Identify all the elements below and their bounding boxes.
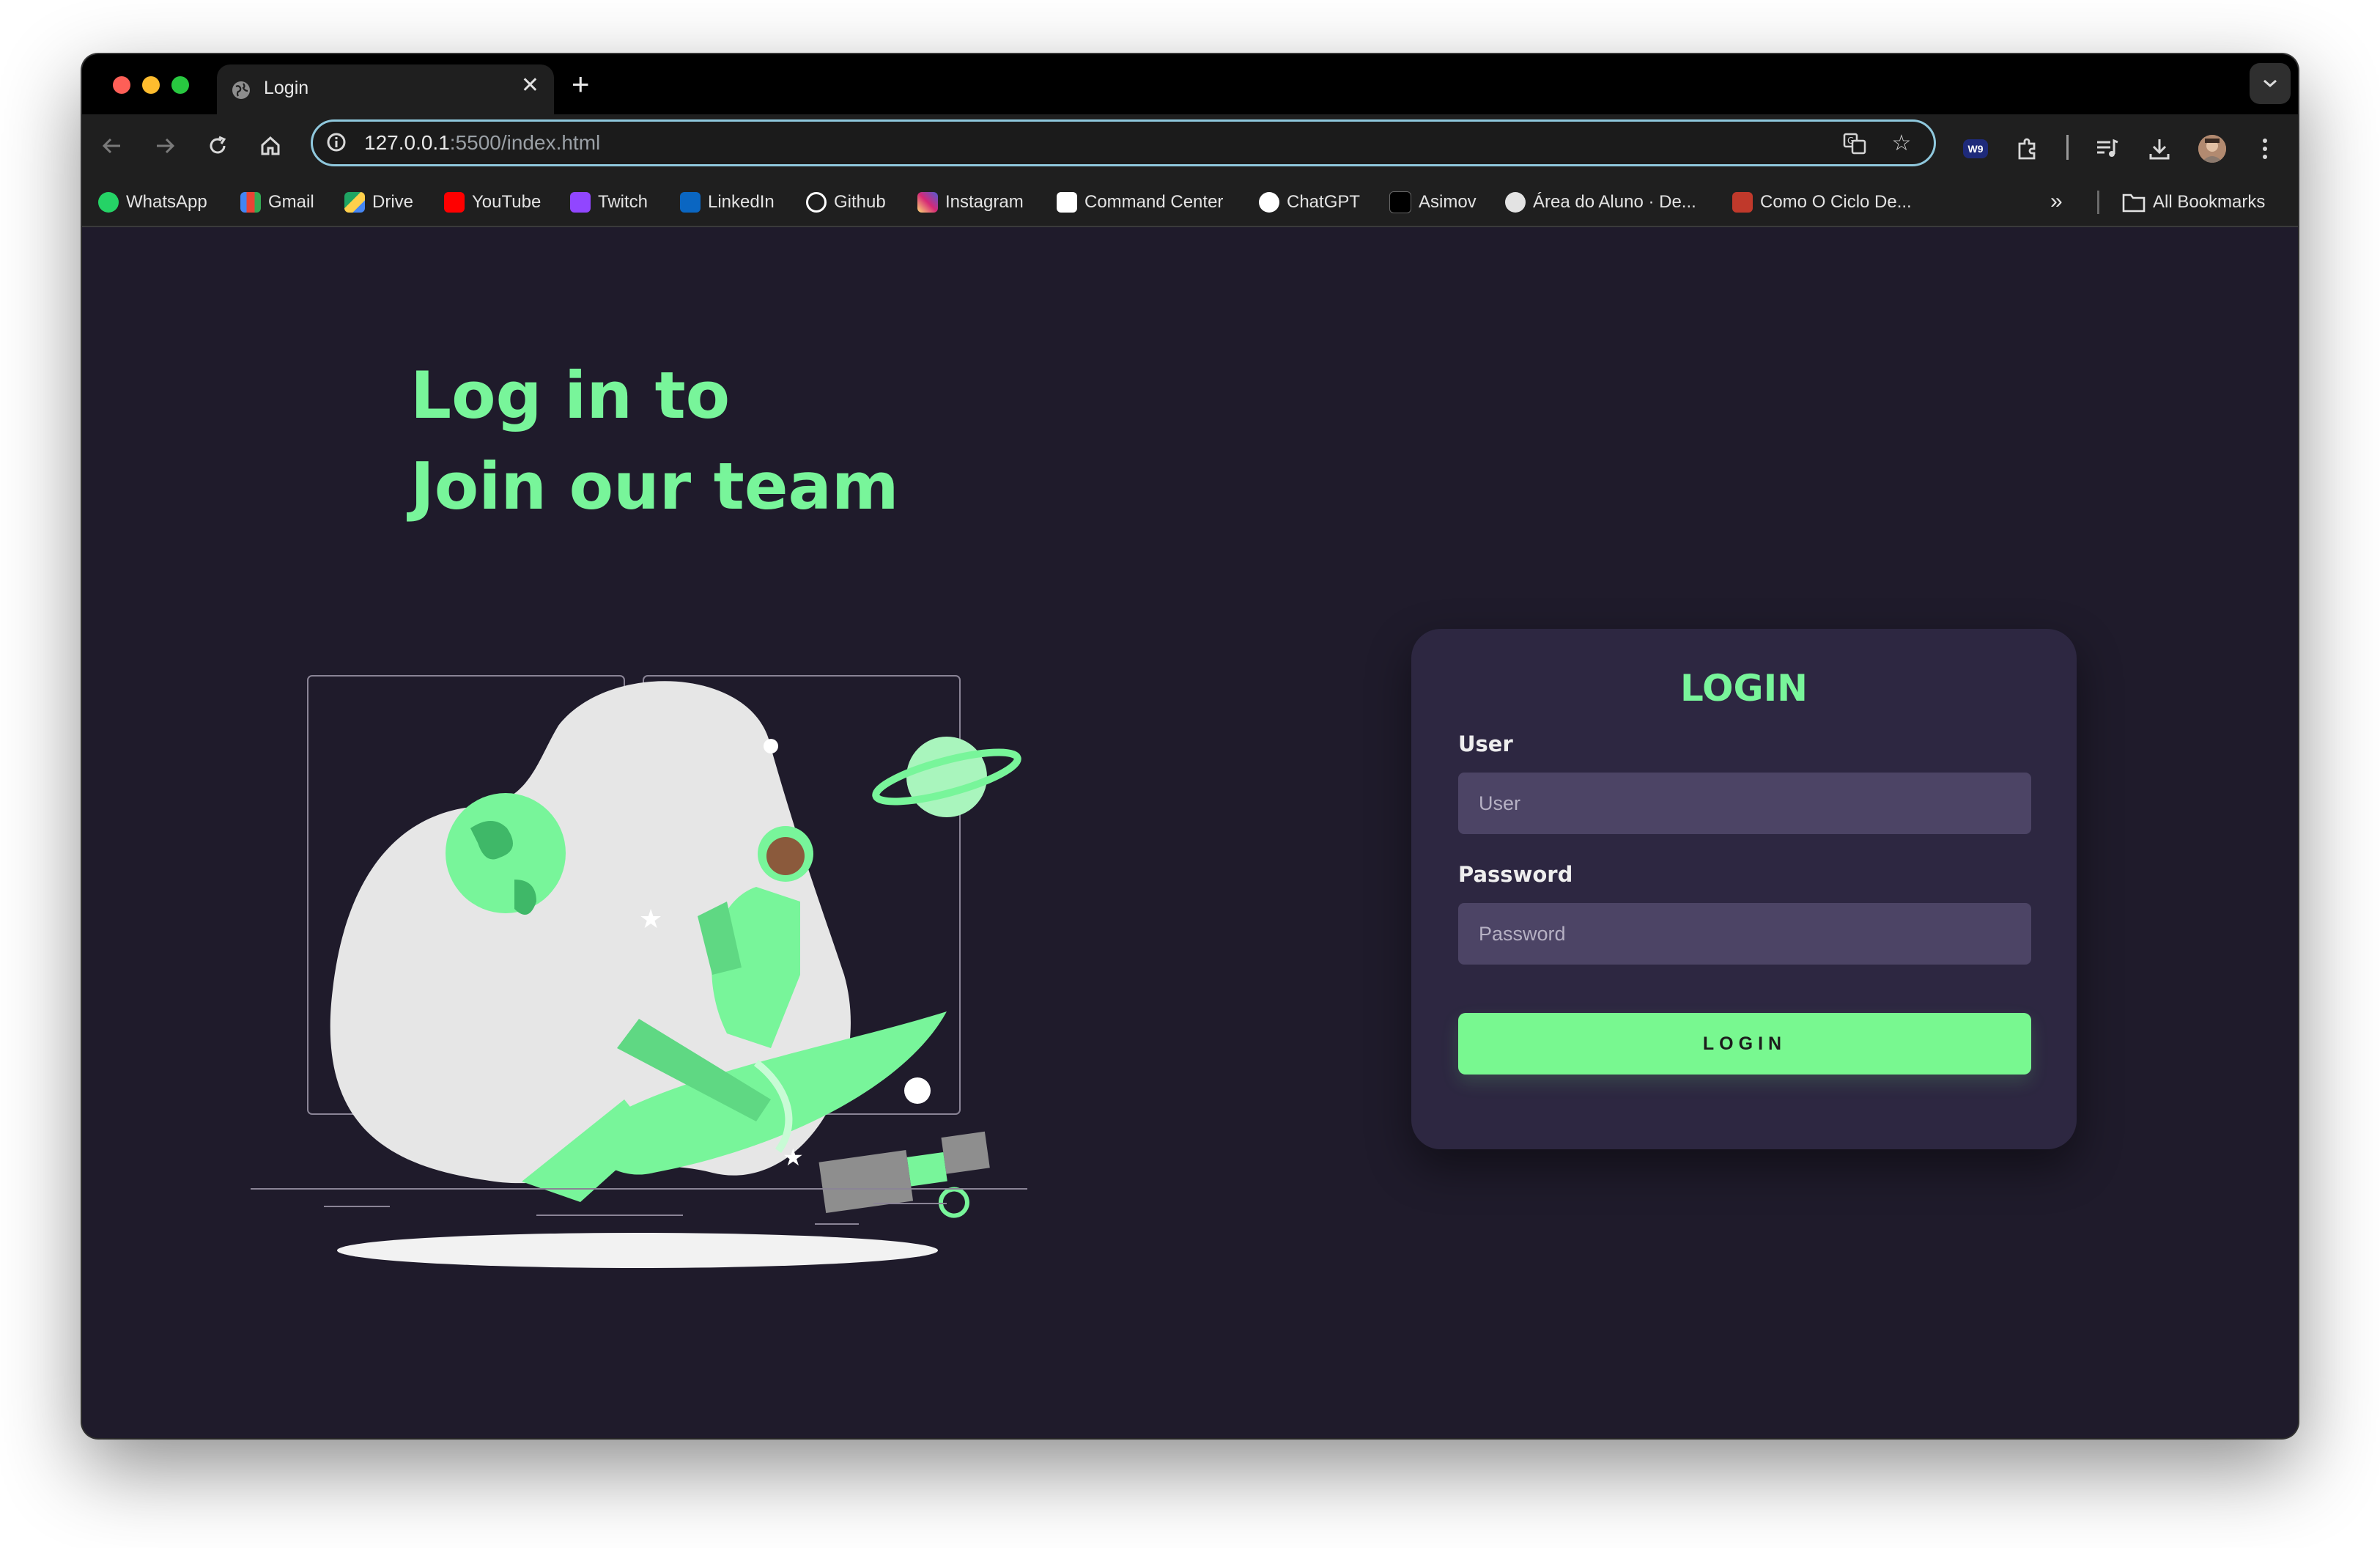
password-label: Password (1458, 862, 1573, 887)
bookmark-label: Twitch (598, 192, 648, 212)
bookmark-github[interactable]: Github (806, 191, 886, 214)
hero-line-1: Log in to (410, 358, 731, 433)
bookmark-twitch[interactable]: Twitch (570, 191, 648, 214)
close-tab-icon[interactable]: ✕ (521, 75, 539, 97)
home-button[interactable] (254, 129, 287, 163)
site-info-icon[interactable] (325, 130, 348, 154)
asimov-icon (1389, 191, 1411, 213)
chatgpt-icon (1259, 192, 1279, 213)
whatsapp-icon (98, 192, 119, 213)
bookmark-label: YouTube (472, 192, 542, 212)
svg-text:★: ★ (639, 904, 662, 935)
svg-text:G: G (1847, 136, 1854, 146)
gmail-icon (240, 192, 261, 213)
github-icon (806, 192, 827, 213)
home-icon (261, 136, 280, 155)
bookmark-area-do-aluno[interactable]: Área do Aluno · De... (1505, 191, 1696, 214)
bookmark-chatgpt[interactable]: ChatGPT (1259, 191, 1360, 214)
bookmark-label: Área do Aluno · De... (1533, 192, 1696, 212)
bookmark-label: Github (834, 192, 886, 212)
maximize-window-button[interactable] (171, 76, 189, 94)
login-button[interactable]: LOGIN (1458, 1013, 2031, 1075)
login-heading: LOGIN (1679, 667, 1808, 710)
notion-icon (1057, 192, 1077, 213)
media-controls-icon[interactable] (2093, 135, 2121, 163)
bookmark-label: Asimov (1419, 192, 1477, 212)
site-favicon-icon (1732, 192, 1753, 213)
bookmark-label: Instagram (945, 192, 1024, 212)
url-text[interactable]: 127.0.0.1:5500/index.html (364, 131, 600, 155)
bookmark-label: ChatGPT (1287, 192, 1361, 212)
tab-login[interactable]: Login ✕ (217, 64, 554, 114)
bookmark-linkedin[interactable]: LinkedIn (680, 191, 775, 214)
all-bookmarks-label: All Bookmarks (2153, 192, 2266, 212)
instagram-icon (917, 192, 938, 213)
linkedin-icon (680, 192, 701, 213)
translate-icon[interactable]: G (1841, 130, 1868, 157)
extension-w9-icon[interactable]: W9 (1963, 139, 1988, 158)
address-bar[interactable]: 127.0.0.1:5500/index.html G ☆ (311, 119, 1936, 166)
all-bookmarks-button[interactable]: All Bookmarks (2122, 191, 2265, 214)
browser-toolbar: 127.0.0.1:5500/index.html G ☆ W9 (82, 114, 2298, 177)
astronaut-rocket-illustration: ★ ★ (251, 675, 1027, 1268)
bookmark-youtube[interactable]: YouTube (444, 191, 541, 214)
bookmarks-separator (2097, 191, 2099, 214)
bookmark-label: Command Center (1084, 192, 1224, 212)
arrow-left-icon (102, 138, 120, 154)
user-input[interactable] (1458, 773, 2031, 834)
bookmark-como-o-ciclo[interactable]: Como O Ciclo De... (1732, 191, 1912, 214)
login-card: LOGIN User Password LOGIN (1411, 629, 2077, 1149)
minimize-window-button[interactable] (142, 76, 160, 94)
extensions-puzzle-icon[interactable] (2014, 135, 2041, 163)
password-input[interactable] (1458, 903, 2031, 965)
toolbar-separator (2066, 135, 2069, 160)
forward-button[interactable] (148, 129, 182, 163)
avatar-icon (2198, 135, 2226, 163)
tab-title: Login (264, 78, 309, 98)
tab-search-button[interactable] (2250, 63, 2291, 104)
url-host: 127.0.0.1 (364, 131, 450, 154)
twitch-icon (570, 192, 591, 213)
profile-avatar[interactable] (2198, 135, 2226, 163)
globe-icon (1505, 192, 1526, 213)
user-label: User (1458, 731, 1513, 756)
browser-window: Login ✕ + 127.0.0.1:5500/index.html G ☆ … (82, 54, 2298, 1438)
bookmarks-bar: WhatsApp Gmail Drive YouTube Twitch Link… (82, 177, 2298, 227)
bookmark-instagram[interactable]: Instagram (917, 191, 1024, 214)
chevron-down-icon (2263, 79, 2277, 87)
youtube-icon (444, 192, 465, 213)
bookmark-whatsapp[interactable]: WhatsApp (98, 191, 207, 214)
bookmark-asimov[interactable]: Asimov (1389, 191, 1477, 214)
folder-icon (2122, 194, 2146, 213)
bookmark-star-icon[interactable]: ☆ (1888, 130, 1915, 157)
reload-button[interactable] (201, 129, 234, 163)
bookmark-gmail[interactable]: Gmail (240, 191, 314, 214)
bookmark-label: Gmail (268, 192, 314, 212)
download-icon[interactable] (2146, 135, 2173, 163)
svg-text:★: ★ (783, 1143, 804, 1171)
tab-strip: Login ✕ + (82, 54, 2298, 114)
bookmark-command-center[interactable]: Command Center (1057, 191, 1223, 214)
hero-heading: Log in to Join our team (410, 350, 899, 532)
bookmark-label: Drive (372, 192, 414, 212)
bookmark-label: WhatsApp (126, 192, 207, 212)
bookmark-label: Como O Ciclo De... (1760, 192, 1912, 212)
hero-line-2: Join our team (410, 449, 899, 524)
back-button[interactable] (95, 129, 129, 163)
close-window-button[interactable] (113, 76, 130, 94)
url-path: :5500/index.html (449, 131, 601, 154)
bookmark-drive[interactable]: Drive (344, 191, 413, 214)
globe-icon (232, 81, 250, 99)
bookmark-label: LinkedIn (708, 192, 775, 212)
reload-icon (210, 136, 226, 154)
arrow-right-icon (157, 138, 175, 154)
menu-icon[interactable] (2251, 135, 2279, 163)
more-bookmarks-chevron-icon[interactable]: » (2050, 189, 2063, 214)
page-viewport: Log in to Join our team ★ ★ LOGIN User U… (82, 227, 2298, 1438)
new-tab-button[interactable]: + (572, 69, 590, 100)
drive-icon (344, 192, 365, 213)
